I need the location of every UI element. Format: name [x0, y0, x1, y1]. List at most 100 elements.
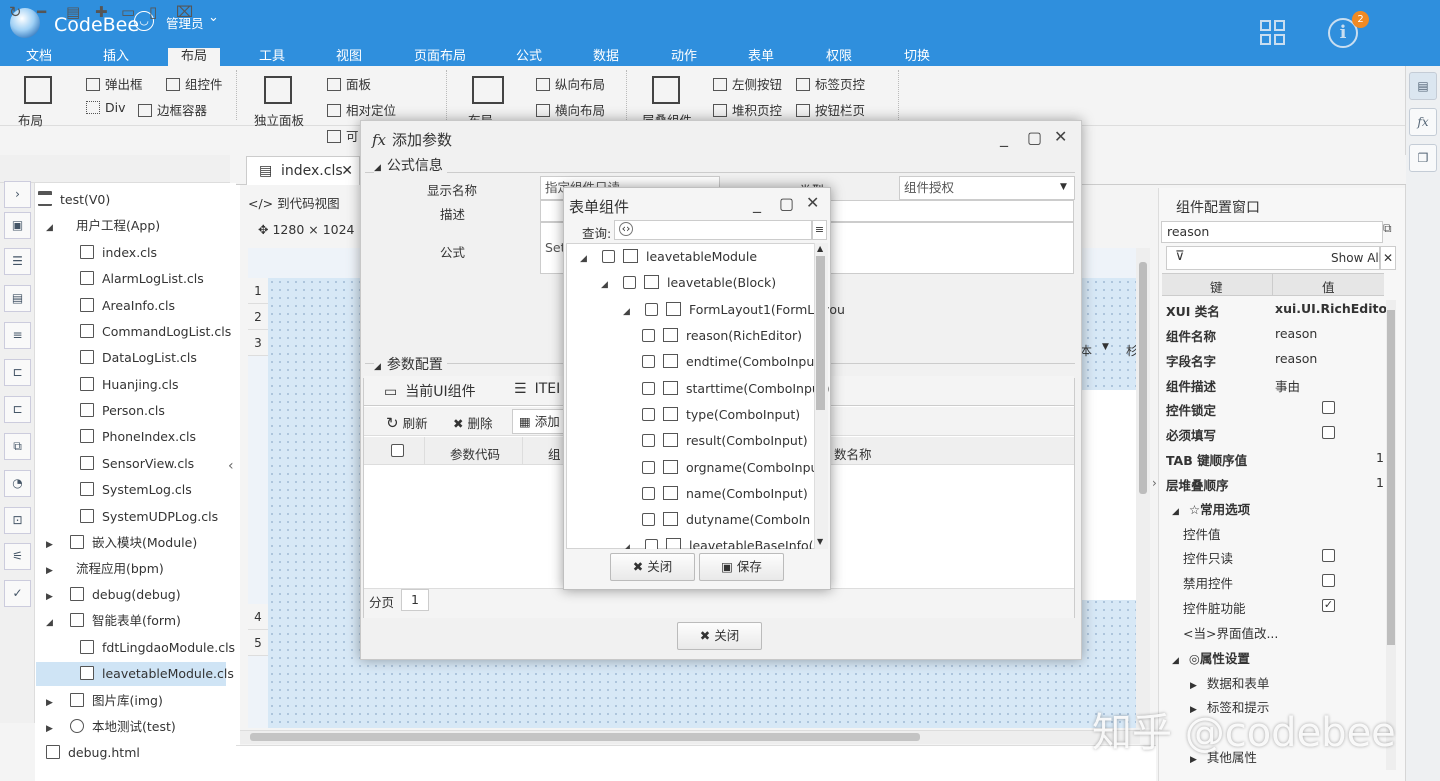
ribbon-horizontal-layout[interactable]: 横向布局	[536, 100, 605, 119]
lock-checkbox[interactable]	[1322, 401, 1335, 414]
menu-form[interactable]: 表单	[740, 48, 782, 66]
config-scroll-thumb[interactable]	[1387, 310, 1395, 645]
cfg-value[interactable]: 1	[1376, 475, 1384, 490]
copy-icon[interactable]: ▤	[66, 3, 80, 21]
tab-current-ui[interactable]: ▭ 当前UI组件	[384, 381, 476, 401]
dirty-checkbox[interactable]: ✓	[1322, 599, 1335, 612]
delete-button[interactable]: ✖ 删除	[453, 413, 492, 432]
tree-item[interactable]: SensorView.cls	[80, 452, 194, 476]
component-node[interactable]: result(ComboInput)	[642, 428, 808, 454]
canvas-vscroll-thumb[interactable]	[1139, 262, 1147, 494]
file-icon[interactable]: ▯	[149, 3, 157, 21]
close-icon[interactable]: ✕	[1054, 127, 1067, 146]
stacked-component-icon[interactable]	[652, 76, 680, 104]
cfg-value[interactable]: xui.UI.RichEditor	[1275, 301, 1393, 316]
folder-icon[interactable]: ▭	[121, 3, 135, 21]
side-tool-1-icon[interactable]: ▣	[4, 212, 31, 239]
node-checkbox[interactable]	[642, 461, 655, 474]
node-checkbox[interactable]	[642, 408, 655, 421]
side-tool-2-icon[interactable]: ☰	[4, 248, 31, 275]
side-tool-5-icon[interactable]: ⊏	[4, 359, 31, 386]
props-section[interactable]: ◢ ◎属性设置	[1172, 648, 1250, 667]
rename-icon[interactable]: ⌧	[176, 3, 193, 21]
tree-item[interactable]: ▶ debug(debug)	[46, 583, 181, 607]
tree-item[interactable]: DataLogList.cls	[80, 346, 197, 370]
disable-checkbox[interactable]	[1322, 574, 1335, 587]
ribbon-vertical-layout[interactable]: 纵向布局	[536, 74, 605, 93]
menu-data[interactable]: 数据	[585, 48, 627, 66]
tree-item[interactable]: CommandLogList.cls	[80, 320, 231, 344]
form-dialog-save-button[interactable]: ▣ 保存	[699, 553, 784, 581]
ribbon-border-container[interactable]: 边框容器	[138, 100, 207, 119]
close-icon[interactable]: ✕	[806, 193, 819, 212]
tab-item[interactable]: ☰ ITEI	[514, 381, 560, 397]
formula-section[interactable]: ◢ 公式信息	[374, 155, 447, 175]
menu-docs[interactable]: 文档	[18, 48, 60, 66]
ribbon-button-bar[interactable]: 按钮栏页	[796, 100, 865, 119]
close-tab-icon[interactable]: ✕	[341, 157, 353, 185]
tree-item[interactable]: debug.html	[46, 741, 140, 765]
side-tool-4-icon[interactable]: ≡	[4, 322, 31, 349]
expand-arrow-icon[interactable]: ›	[4, 181, 31, 208]
ribbon-component[interactable]: 组控件	[166, 74, 223, 93]
side-tool-11-icon[interactable]: ✓	[4, 580, 31, 607]
tree-item[interactable]: ▶ 本地测试(test)	[46, 715, 176, 739]
node-checkbox[interactable]	[645, 303, 658, 316]
menu-action[interactable]: 动作	[663, 48, 705, 66]
node-checkbox[interactable]	[642, 434, 655, 447]
component-node[interactable]: type(ComboInput)	[642, 402, 800, 428]
side-tool-9-icon[interactable]: ⊡	[4, 507, 31, 534]
param-section[interactable]: ◢ 参数配置	[374, 354, 447, 374]
side-tool-3-icon[interactable]: ▤	[4, 285, 31, 312]
tree-item[interactable]: AlarmLogList.cls	[80, 267, 204, 291]
refresh-button[interactable]: ↻ 刷新	[386, 413, 428, 432]
dialog-close-button[interactable]: ✖ 关闭	[677, 622, 762, 650]
minimize-icon[interactable]: _	[1000, 128, 1008, 147]
code-view-button[interactable]: </> 到代码视图	[248, 193, 340, 212]
maximize-icon[interactable]: ▢	[779, 194, 794, 213]
ribbon-stacked-page[interactable]: 堆积页控	[713, 100, 782, 119]
tree-item[interactable]: ▶ 流程应用(bpm)	[46, 557, 164, 581]
close-icon[interactable]: ✕	[1380, 246, 1396, 270]
ribbon-layout[interactable]: 布局	[18, 110, 43, 129]
node-checkbox[interactable]	[642, 329, 655, 342]
cfg-value[interactable]: reason	[1275, 326, 1317, 341]
apps-grid-icon[interactable]	[1260, 20, 1288, 48]
menu-insert[interactable]: 插入	[95, 48, 137, 66]
ribbon-panel[interactable]: 面板	[327, 74, 371, 93]
component-node[interactable]: ◢ FormLayout1(FormLayou	[623, 297, 845, 323]
tree-item[interactable]: Person.cls	[80, 399, 165, 423]
tree-item[interactable]: SystemUDPLog.cls	[80, 505, 218, 529]
side-tool-6-icon[interactable]: ⊏	[4, 396, 31, 423]
node-checkbox[interactable]	[642, 513, 655, 526]
component-node[interactable]: orgname(ComboInput)	[642, 455, 828, 481]
side-tool-7-icon[interactable]: ⧉	[4, 433, 31, 460]
node-checkbox[interactable]	[645, 539, 658, 549]
node-checkbox[interactable]	[642, 382, 655, 395]
component-node[interactable]: reason(RichEditor)	[642, 323, 802, 349]
ribbon-relative[interactable]: 相对定位	[327, 100, 396, 119]
minimize-icon[interactable]: _	[753, 194, 761, 213]
menu-formula[interactable]: 公式	[508, 48, 550, 66]
component-node[interactable]: starttime(ComboInput)	[642, 376, 830, 402]
node-checkbox[interactable]	[642, 355, 655, 368]
side-tool-8-icon[interactable]: ◔	[4, 470, 31, 497]
common-section[interactable]: ◢ ☆常用选项	[1172, 499, 1250, 518]
config-search-input[interactable]: reason	[1161, 221, 1383, 243]
chevron-down-icon[interactable]: ⌄	[208, 10, 219, 25]
scroll-up-icon[interactable]: ▲	[817, 244, 823, 253]
menu-icon[interactable]: ≡	[812, 220, 827, 240]
formula-icon[interactable]: fx	[1409, 108, 1437, 136]
ribbon-maybe[interactable]: 可	[327, 126, 359, 145]
ribbon-div[interactable]: Div	[86, 100, 126, 115]
tree-item[interactable]: AreaInfo.cls	[80, 294, 175, 318]
side-tool-10-icon[interactable]: ⚟	[4, 543, 31, 570]
component-node[interactable]: name(ComboInput)	[642, 481, 808, 507]
tree-item[interactable]: index.cls	[80, 241, 157, 265]
component-node[interactable]: ◢ leavetableModule	[580, 244, 757, 270]
cfg-value[interactable]: reason	[1275, 351, 1317, 366]
node-checkbox[interactable]	[602, 250, 615, 263]
select-all-checkbox[interactable]	[391, 444, 404, 457]
ribbon-left-button[interactable]: 左侧按钮	[713, 74, 782, 93]
menu-tools[interactable]: 工具	[251, 48, 293, 66]
